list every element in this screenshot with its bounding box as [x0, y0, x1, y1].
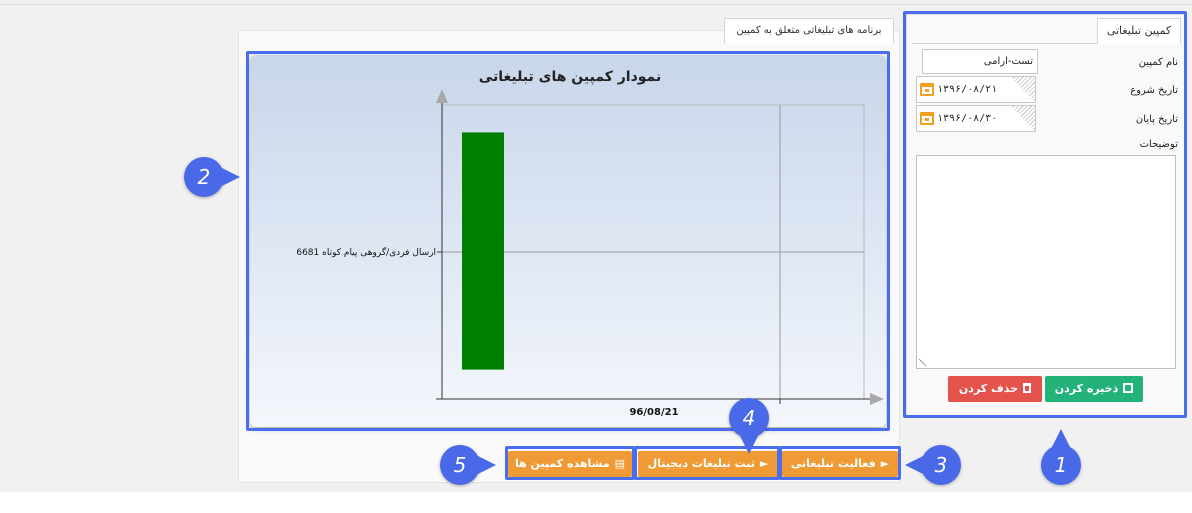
calendar-icon[interactable]: [920, 112, 934, 125]
annotation-badge-2: 2: [184, 157, 240, 197]
start-date-value: ۱۳۹۶/۰۸/۲۱: [937, 84, 998, 95]
end-date-field[interactable]: ۱۳۹۶/۰۸/۳۰: [916, 105, 1036, 132]
end-date-label: تاریخ پایان: [1135, 114, 1178, 125]
y-tick-label: ارسال فردی/گروهی پیام کوتاه 6681: [296, 246, 436, 258]
register-digital-ads-button[interactable]: ► ثبت تبلیغات دیجیتال: [638, 451, 778, 477]
resize-handle-icon[interactable]: [919, 359, 926, 366]
chart-bars: [462, 132, 504, 370]
end-date-value: ۱۳۹۶/۰۸/۳۰: [937, 113, 998, 124]
description-label: توضیحات: [1139, 139, 1178, 150]
campaign-chart: نمودار کمپین های تبلیغاتی ارسال فردی/گرو…: [296, 69, 884, 418]
field-corner-decoration: [1011, 77, 1035, 102]
delete-button[interactable]: حذف کردن: [948, 376, 1042, 402]
trash-icon: [1023, 383, 1032, 393]
y-axis-arrow: [436, 89, 448, 103]
start-date-label: تاریخ شروع: [1130, 85, 1178, 96]
save-icon: [1123, 383, 1134, 393]
tab-campaign-programs[interactable]: برنامه های تبلیغاتی متعلق به کمپین: [724, 18, 894, 44]
save-button[interactable]: ذخیره کردن: [1045, 376, 1143, 402]
annotation-badge-3: 3: [905, 445, 961, 485]
annotation-badge-4: 4: [729, 398, 769, 454]
tab-campaign[interactable]: کمپین تبلیغاتی: [1097, 18, 1181, 44]
x-axis-arrow: [870, 393, 884, 405]
chart-grid: [441, 104, 865, 400]
field-corner-decoration: [1011, 106, 1035, 131]
view-campaigns-label: مشاهده کمپین ها: [514, 457, 610, 470]
calendar-icon[interactable]: [920, 83, 934, 96]
view-campaigns-button[interactable]: ▤ مشاهده کمپین ها: [508, 451, 632, 477]
register-digital-ads-label: ثبت تبلیغات دیجیتال: [647, 457, 755, 470]
description-textarea[interactable]: [916, 155, 1176, 369]
chart-title: نمودار کمپین های تبلیغاتی: [479, 69, 661, 85]
page-top-divider: [0, 4, 1192, 5]
delete-button-label: حذف کردن: [958, 382, 1019, 395]
campaign-name-input[interactable]: [922, 49, 1038, 74]
megaphone-icon: ►: [759, 457, 769, 470]
x-tick-label: 96/08/21: [629, 407, 678, 418]
save-button-label: ذخیره کردن: [1054, 382, 1119, 395]
annotation-badge-1: 1: [1041, 429, 1081, 485]
start-date-field[interactable]: ۱۳۹۶/۰۸/۲۱: [916, 76, 1036, 103]
bar: [462, 132, 504, 370]
advertising-activity-label: فعالیت تبلیغاتی: [790, 457, 876, 470]
megaphone-icon: ►: [880, 457, 890, 470]
annotation-badge-5: 5: [440, 445, 496, 485]
campaign-name-label: نام کمپین: [1138, 57, 1178, 68]
document-search-icon: ▤: [614, 457, 626, 470]
advertising-activity-button[interactable]: ► فعالیت تبلیغاتی: [782, 451, 898, 477]
